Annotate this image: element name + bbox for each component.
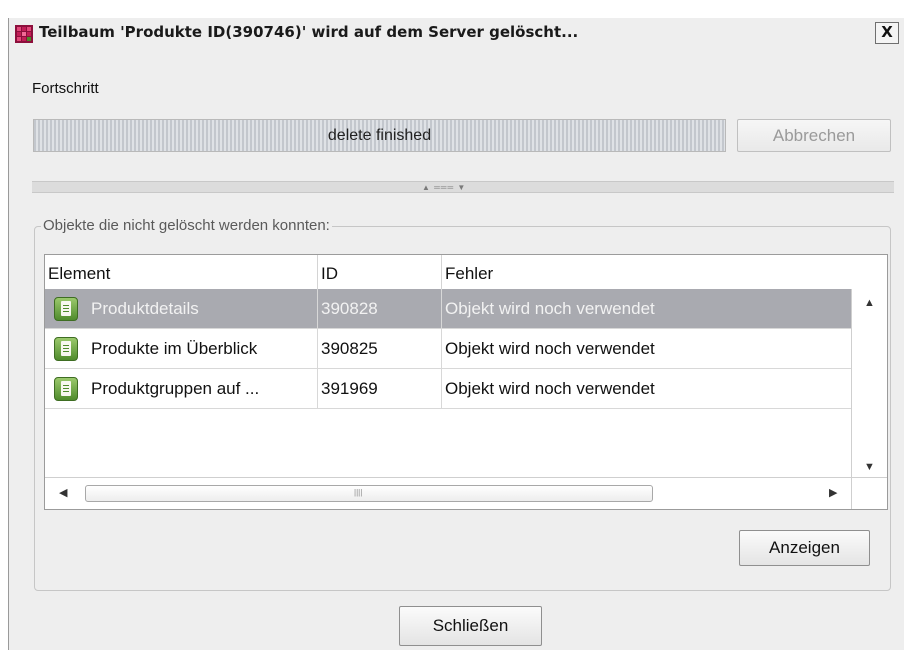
cell-id: 390828 — [318, 289, 442, 329]
scroll-right-arrow-icon[interactable]: ▶ — [829, 486, 837, 499]
delete-progress-dialog: Teilbaum 'Produkte ID(390746)' wird auf … — [8, 18, 904, 650]
table-row[interactable]: Produktdetails 390828 Objekt wird noch v… — [45, 289, 851, 329]
scroll-corner — [851, 477, 887, 509]
table-header: Element ID Fehler — [45, 255, 851, 290]
column-header-element[interactable]: Element — [45, 255, 318, 289]
vertical-scrollbar[interactable]: ▲ ▼ — [851, 289, 887, 477]
scroll-left-arrow-icon[interactable]: ◀ — [59, 486, 67, 499]
cell-element: Produktgruppen auf ... — [45, 369, 318, 409]
scroll-up-arrow-icon[interactable]: ▲ — [864, 297, 875, 309]
splitter-handle[interactable]: ▲ ═══ ▼ — [32, 181, 894, 193]
cell-error: Objekt wird noch verwendet — [445, 379, 655, 398]
failed-objects-group-title: Objekte die nicht gelöscht werden konnte… — [41, 217, 332, 234]
progress-status-text: delete finished — [327, 127, 432, 144]
cell-id: 390825 — [318, 329, 442, 369]
title-bar[interactable]: Teilbaum 'Produkte ID(390746)' wird auf … — [9, 18, 904, 48]
window-title: Teilbaum 'Produkte ID(390746)' wird auf … — [39, 23, 579, 41]
cell-error: Objekt wird noch verwendet — [445, 299, 655, 318]
cell-id: 391969 — [318, 369, 442, 409]
close-button[interactable]: Schließen — [399, 606, 542, 646]
table-row[interactable]: Produktgruppen auf ... 391969 Objekt wir… — [45, 369, 851, 409]
column-header-id[interactable]: ID — [318, 255, 442, 289]
cell-element: Produkte im Überblick — [45, 329, 318, 369]
scroll-thumb-grip-icon: |||| — [354, 488, 363, 497]
progress-bar: delete finished — [33, 119, 726, 152]
app-logo-icon — [15, 25, 33, 43]
close-window-button[interactable]: X — [875, 22, 899, 44]
horizontal-scroll-thumb[interactable]: |||| — [85, 485, 653, 502]
cancel-button[interactable]: Abbrechen — [737, 119, 891, 152]
splitter-grip-icon: ▲ ═══ ▼ — [422, 183, 467, 192]
table-row[interactable]: Produkte im Überblick 390825 Objekt wird… — [45, 329, 851, 369]
horizontal-scrollbar[interactable]: ◀ |||| ▶ — [45, 477, 851, 509]
scroll-down-arrow-icon[interactable]: ▼ — [864, 461, 875, 473]
cell-error: Objekt wird noch verwendet — [445, 339, 655, 358]
show-button[interactable]: Anzeigen — [739, 530, 870, 566]
progress-label: Fortschritt — [32, 80, 99, 97]
column-header-error[interactable]: Fehler — [442, 255, 851, 289]
failed-objects-table: Element ID Fehler Produktdetails 390828 … — [44, 254, 888, 510]
cell-element: Produktdetails — [45, 289, 318, 329]
